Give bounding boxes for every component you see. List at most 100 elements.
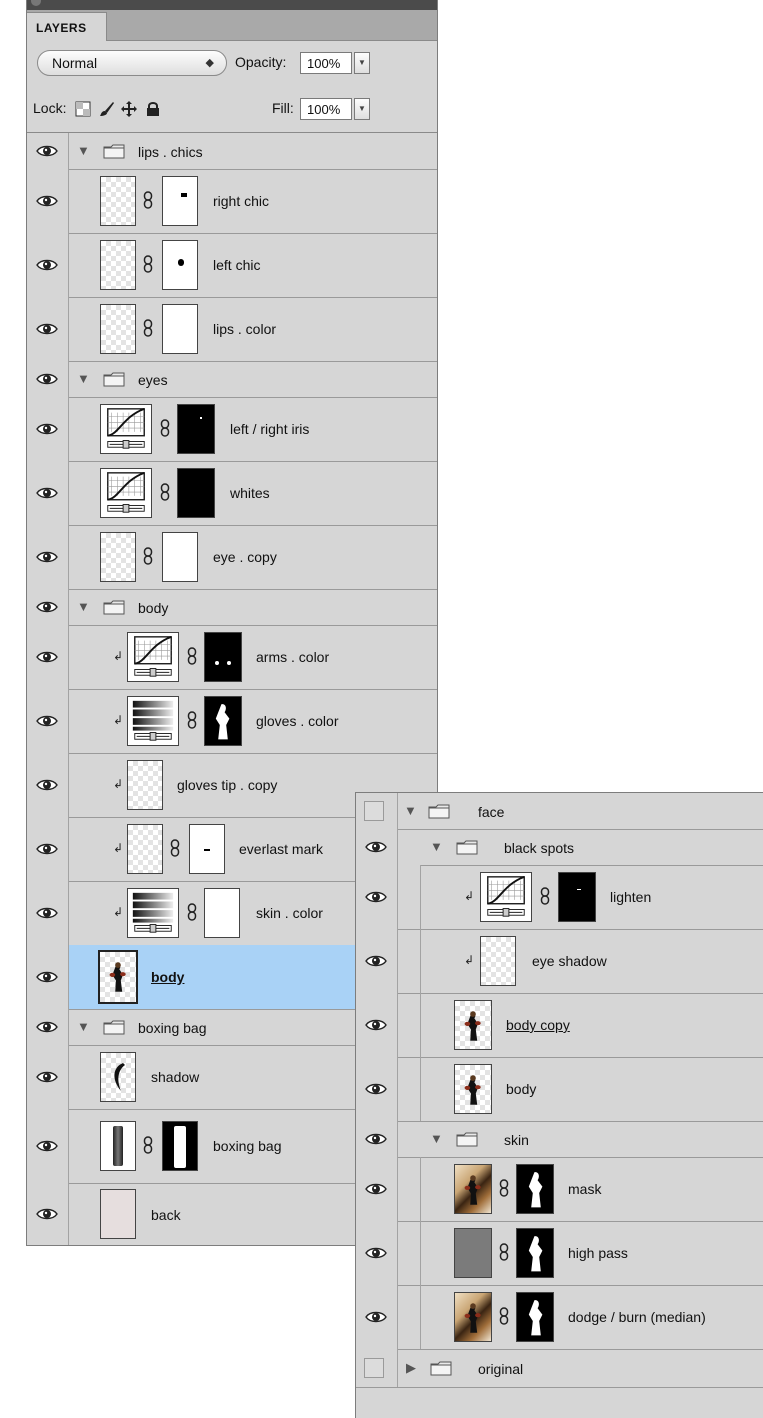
link-icon[interactable]: [160, 483, 170, 501]
layer-thumbnail[interactable]: [454, 1292, 492, 1342]
layer-mask-thumbnail[interactable]: [162, 240, 198, 290]
visibility-toggle[interactable]: [27, 625, 69, 689]
layer-body-face[interactable]: body: [356, 1057, 763, 1122]
visibility-toggle[interactable]: [356, 793, 398, 829]
blend-mode-select[interactable]: Normal ◆: [37, 50, 227, 76]
visibility-toggle[interactable]: [27, 945, 69, 1009]
link-icon[interactable]: [499, 1307, 509, 1325]
visibility-toggle[interactable]: [27, 1045, 69, 1109]
layer-thumbnail[interactable]: [100, 1052, 136, 1102]
expand-triangle-icon[interactable]: ▼: [77, 371, 90, 386]
layer-mask-thumbnail[interactable]: [162, 176, 198, 226]
visibility-toggle[interactable]: [356, 1057, 398, 1121]
layer-left-chic[interactable]: left chic: [27, 233, 437, 298]
visibility-toggle[interactable]: [356, 929, 398, 993]
link-icon[interactable]: [143, 255, 153, 273]
visibility-toggle[interactable]: [27, 689, 69, 753]
tab-layers[interactable]: LAYERS: [27, 12, 107, 41]
layer-thumbnail[interactable]: [100, 240, 136, 290]
fill-input[interactable]: 100%: [300, 98, 352, 120]
layer-thumbnail[interactable]: [480, 936, 516, 986]
lock-all-icon[interactable]: [145, 101, 161, 117]
layer-mask-thumbnail[interactable]: [204, 696, 242, 746]
visibility-toggle[interactable]: [356, 1221, 398, 1285]
layer-thumbnail[interactable]: [100, 176, 136, 226]
curves-adjustment-icon[interactable]: [100, 468, 152, 518]
visibility-toggle[interactable]: [356, 993, 398, 1057]
visibility-toggle[interactable]: [356, 1121, 398, 1157]
layer-group-body[interactable]: ▼ body: [27, 589, 437, 626]
layer-mask-thumbnail[interactable]: [162, 532, 198, 582]
visibility-toggle[interactable]: [356, 829, 398, 865]
fill-dropdown-button[interactable]: ▼: [354, 98, 370, 120]
layer-group-face[interactable]: ▼ face: [356, 793, 763, 830]
layer-thumbnail[interactable]: [454, 1164, 492, 1214]
visibility-toggle[interactable]: [27, 1109, 69, 1183]
link-icon[interactable]: [187, 711, 197, 729]
visibility-toggle[interactable]: [27, 525, 69, 589]
lock-position-icon[interactable]: [121, 101, 137, 117]
layer-body-copy[interactable]: body copy: [356, 993, 763, 1058]
layer-mask-thumbnail[interactable]: [162, 1121, 198, 1171]
opacity-input[interactable]: 100%: [300, 52, 352, 74]
lock-transparent-pixels-icon[interactable]: [75, 101, 91, 117]
visibility-toggle[interactable]: [27, 881, 69, 945]
layer-mask-thumbnail[interactable]: [204, 888, 240, 938]
expand-triangle-icon[interactable]: ▼: [430, 839, 443, 854]
layer-thumbnail[interactable]: [100, 1189, 136, 1239]
layer-mask-thumbnail[interactable]: [177, 404, 215, 454]
layer-mask-thumbnail[interactable]: [516, 1228, 554, 1278]
gradient-map-adjustment-icon[interactable]: [127, 888, 179, 938]
layer-group-lips-chics[interactable]: ▼ lips . chics: [27, 133, 437, 170]
expand-triangle-icon[interactable]: ▼: [430, 1131, 443, 1146]
visibility-toggle[interactable]: [356, 1157, 398, 1221]
link-icon[interactable]: [540, 887, 550, 905]
visibility-toggle[interactable]: [27, 753, 69, 817]
link-icon[interactable]: [143, 1136, 153, 1154]
visibility-toggle[interactable]: [27, 1183, 69, 1245]
visibility-toggle[interactable]: [27, 361, 69, 397]
layer-eye-copy[interactable]: eye . copy: [27, 525, 437, 590]
visibility-toggle[interactable]: [27, 133, 69, 169]
expand-triangle-icon[interactable]: ▼: [77, 599, 90, 614]
link-icon[interactable]: [160, 419, 170, 437]
curves-adjustment-icon[interactable]: [127, 632, 179, 682]
layer-thumbnail[interactable]: [454, 1228, 492, 1278]
lock-image-pixels-icon[interactable]: [99, 101, 115, 117]
layer-group-skin[interactable]: ▼ skin: [356, 1121, 763, 1158]
link-icon[interactable]: [143, 319, 153, 337]
link-icon[interactable]: [170, 839, 180, 857]
layer-left-right-iris[interactable]: left / right iris: [27, 397, 437, 462]
layer-group-black-spots[interactable]: ▼ black spots: [420, 829, 763, 866]
link-icon[interactable]: [187, 647, 197, 665]
visibility-toggle[interactable]: [356, 865, 398, 929]
layer-right-chic[interactable]: right chic: [27, 169, 437, 234]
layer-whites[interactable]: whites: [27, 461, 437, 526]
visibility-toggle[interactable]: [27, 1009, 69, 1045]
layer-mask-thumbnail[interactable]: [177, 468, 215, 518]
visibility-toggle[interactable]: [356, 1285, 398, 1349]
expand-triangle-icon[interactable]: ▼: [77, 143, 90, 158]
layer-thumbnail[interactable]: [454, 1064, 492, 1114]
layer-eye-shadow[interactable]: ↲ eye shadow: [356, 929, 763, 994]
layer-mask-thumbnail[interactable]: [516, 1164, 554, 1214]
link-icon[interactable]: [143, 191, 153, 209]
link-icon[interactable]: [143, 547, 153, 565]
layer-thumbnail[interactable]: [100, 532, 136, 582]
visibility-toggle[interactable]: [27, 169, 69, 233]
visibility-toggle[interactable]: [27, 397, 69, 461]
layer-mask-thumbnail[interactable]: [162, 304, 198, 354]
link-icon[interactable]: [499, 1179, 509, 1197]
curves-adjustment-icon[interactable]: [480, 872, 532, 922]
layer-group-eyes[interactable]: ▼ eyes: [27, 361, 437, 398]
layer-dodge-burn-median[interactable]: dodge / burn (median): [356, 1285, 763, 1350]
visibility-toggle[interactable]: [27, 817, 69, 881]
layer-thumbnail[interactable]: [100, 304, 136, 354]
layer-thumbnail[interactable]: [98, 950, 138, 1004]
curves-adjustment-icon[interactable]: [100, 404, 152, 454]
layer-thumbnail[interactable]: [100, 1121, 136, 1171]
layer-thumbnail[interactable]: [127, 760, 163, 810]
link-icon[interactable]: [187, 903, 197, 921]
layer-gloves-color[interactable]: ↲ gloves . color: [27, 689, 437, 754]
expand-triangle-icon[interactable]: ▼: [404, 803, 417, 818]
